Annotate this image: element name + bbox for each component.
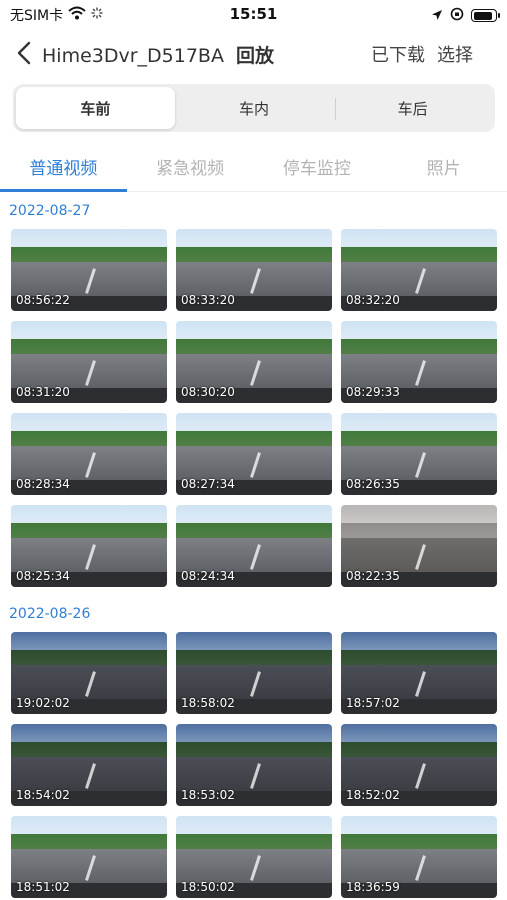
battery-fill	[473, 11, 492, 20]
video-timestamp: 18:36:59	[346, 880, 400, 894]
section-date: 2022-08-27	[9, 203, 91, 219]
tab-0[interactable]: 普通视频	[0, 146, 127, 192]
video-timestamp: 18:58:02	[181, 696, 235, 710]
tab-1[interactable]: 紧急视频	[127, 146, 254, 191]
video-timestamp: 08:29:33	[346, 385, 400, 399]
status-right	[431, 6, 500, 25]
video-timestamp: 18:54:02	[16, 788, 70, 802]
video-thumbnail[interactable]: 08:56:22	[11, 229, 167, 311]
select-button[interactable]: 选择	[437, 41, 473, 67]
video-timestamp: 08:31:20	[16, 385, 70, 399]
video-thumbnail[interactable]: 18:53:02	[176, 724, 332, 806]
video-thumbnail[interactable]: 19:02:02	[11, 632, 167, 714]
tab-underline	[0, 189, 127, 192]
tab-label: 紧急视频	[156, 159, 225, 179]
tab-label: 普通视频	[29, 159, 98, 179]
category-tabs: 普通视频 紧急视频 停车监控 照片	[0, 146, 507, 192]
video-thumbnail[interactable]: 18:54:02	[11, 724, 167, 806]
downloaded-button[interactable]: 已下载	[371, 41, 425, 67]
status-bar: 无SIM卡 15:51	[0, 0, 507, 30]
video-thumbnail[interactable]: 08:25:34	[11, 505, 167, 587]
video-timestamp: 08:30:20	[181, 385, 235, 399]
video-timestamp: 08:28:34	[16, 477, 70, 491]
back-button[interactable]	[10, 38, 38, 68]
video-timestamp: 08:22:35	[346, 569, 400, 583]
lock-rotation-icon	[450, 6, 464, 25]
video-timestamp: 08:33:20	[181, 293, 235, 307]
tab-label: 照片	[426, 159, 461, 179]
video-timestamp: 18:52:02	[346, 788, 400, 802]
location-arrow-icon	[431, 6, 443, 25]
video-timestamp: 08:56:22	[16, 293, 70, 307]
camera-segment-2[interactable]: 车后	[333, 87, 492, 129]
tab-3[interactable]: 照片	[380, 146, 507, 191]
video-timestamp: 08:24:34	[181, 569, 235, 583]
video-thumbnail[interactable]: 18:52:02	[341, 724, 497, 806]
video-thumbnail[interactable]: 08:22:35	[341, 505, 497, 587]
video-thumbnail[interactable]: 18:51:02	[11, 816, 167, 898]
video-timestamp: 08:25:34	[16, 569, 70, 583]
device-name: Hime3Dvr_D517BA	[42, 45, 224, 67]
video-thumbnail[interactable]: 08:28:34	[11, 413, 167, 495]
video-thumbnail[interactable]: 08:27:34	[176, 413, 332, 495]
video-timestamp: 08:32:20	[346, 293, 400, 307]
video-timestamp: 18:57:02	[346, 696, 400, 710]
video-thumbnail[interactable]: 18:57:02	[341, 632, 497, 714]
video-grid: 19:02:02 18:58:02 18:57:02 18:54:02 18:53:02…	[11, 632, 497, 898]
video-thumbnail[interactable]: 08:30:20	[176, 321, 332, 403]
chevron-left-icon	[17, 41, 31, 65]
video-thumbnail[interactable]: 18:58:02	[176, 632, 332, 714]
video-thumbnail[interactable]: 18:50:02	[176, 816, 332, 898]
battery-icon	[471, 9, 500, 22]
video-timestamp: 19:02:02	[16, 696, 70, 710]
video-thumbnail[interactable]: 08:33:20	[176, 229, 332, 311]
video-thumbnail[interactable]: 18:36:59	[341, 816, 497, 898]
camera-segment-0[interactable]: 车前	[16, 87, 175, 129]
video-grid: 08:56:22 08:33:20 08:32:20 08:31:20 08:30:20…	[11, 229, 497, 587]
section-date: 2022-08-26	[9, 606, 91, 622]
video-thumbnail[interactable]: 08:31:20	[11, 321, 167, 403]
camera-segment-1[interactable]: 车内	[175, 87, 334, 129]
video-thumbnail[interactable]: 08:32:20	[341, 229, 497, 311]
video-timestamp: 18:53:02	[181, 788, 235, 802]
page-subtitle: 回放	[235, 45, 274, 67]
video-thumbnail[interactable]: 08:29:33	[341, 321, 497, 403]
tab-label: 停车监控	[282, 159, 351, 179]
nav-bar: Hime3Dvr_D517BA 回放 已下载 选择	[0, 32, 507, 76]
video-timestamp: 18:51:02	[16, 880, 70, 894]
video-thumbnail[interactable]: 08:26:35	[341, 413, 497, 495]
video-timestamp: 08:26:35	[346, 477, 400, 491]
segment-divider	[335, 98, 336, 120]
camera-segmented-control: 车前 车内 车后	[13, 84, 495, 132]
tab-2[interactable]: 停车监控	[254, 146, 381, 191]
page-title: Hime3Dvr_D517BA 回放	[42, 41, 274, 68]
video-timestamp: 18:50:02	[181, 880, 235, 894]
video-thumbnail[interactable]: 08:24:34	[176, 505, 332, 587]
video-timestamp: 08:27:34	[181, 477, 235, 491]
